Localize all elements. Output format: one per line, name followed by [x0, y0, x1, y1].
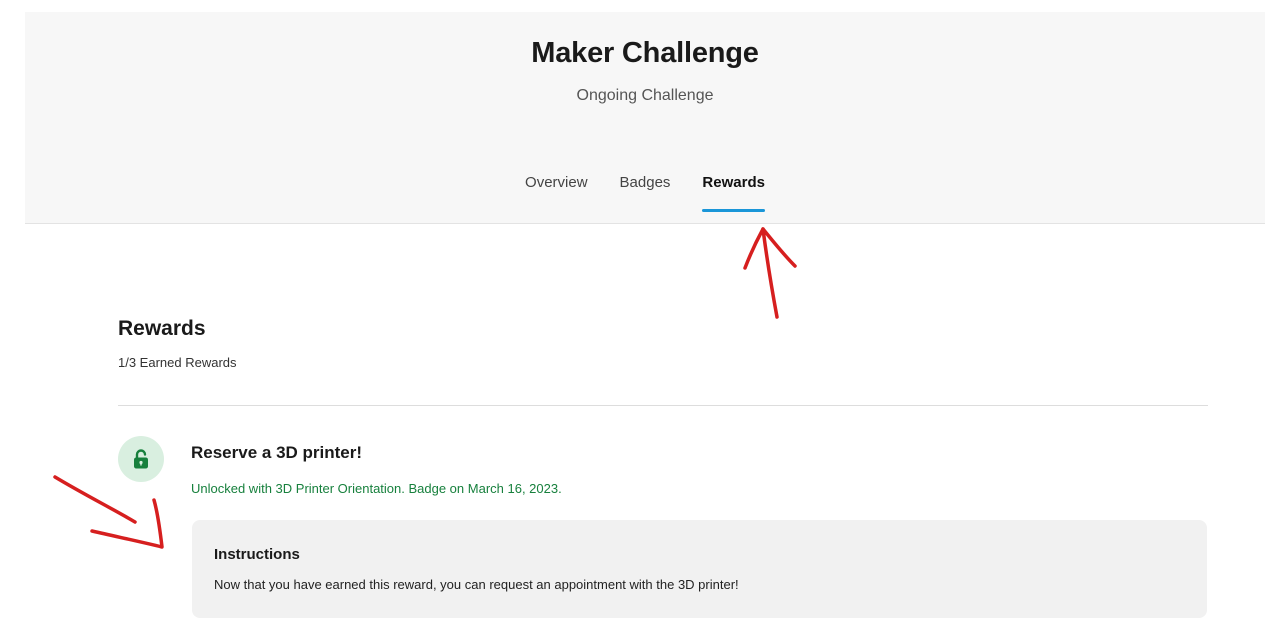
rewards-heading: Rewards	[118, 317, 206, 340]
reward-unlocked-info: Unlocked with 3D Printer Orientation. Ba…	[191, 481, 562, 496]
reward-title: Reserve a 3D printer!	[191, 443, 363, 462]
tab-overview[interactable]: Overview	[525, 170, 588, 224]
tab-rewards[interactable]: Rewards	[702, 170, 765, 224]
instructions-text: Now that you have earned this reward, yo…	[214, 577, 739, 592]
instructions-panel: Instructions Now that you have earned th…	[192, 520, 1207, 618]
arrow-pointing-to-rewards-tab	[743, 227, 797, 319]
challenge-header: Maker Challenge Ongoing Challenge Overvi…	[25, 12, 1265, 224]
tab-bar: Overview Badges Rewards	[25, 170, 1265, 224]
arrow-pointing-to-instructions	[53, 475, 164, 549]
challenge-status: Ongoing Challenge	[576, 87, 714, 104]
instructions-heading: Instructions	[214, 546, 300, 563]
tab-badges[interactable]: Badges	[620, 170, 671, 224]
earned-rewards-count: 1/3 Earned Rewards	[118, 355, 237, 370]
unlocked-padlock-icon	[118, 436, 164, 482]
page-title: Maker Challenge	[531, 37, 759, 69]
section-divider	[118, 405, 1208, 406]
